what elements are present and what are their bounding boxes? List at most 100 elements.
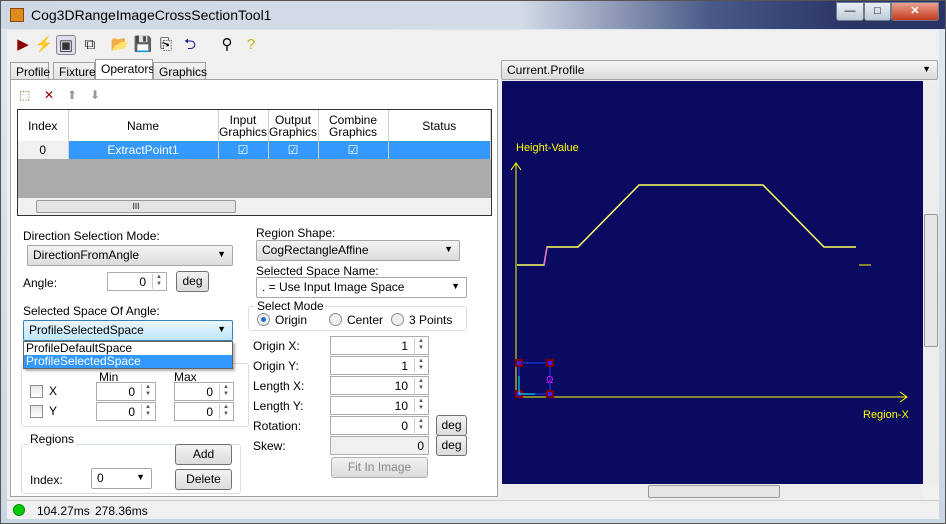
output-graphics-checkbox[interactable]: ☑ — [268, 141, 319, 159]
angle-space-dropdown-list: ProfileDefaultSpace ProfileSelectedSpace — [23, 341, 233, 369]
angle-deg-button[interactable]: deg — [176, 271, 209, 292]
field-label: Rotation: — [253, 419, 302, 433]
origin-y-input[interactable]: 1 ▲ ▼ — [330, 356, 429, 375]
option-profile-selected-space[interactable]: ProfileSelectedSpace — [24, 355, 232, 368]
close-button[interactable]: ✕ — [891, 2, 939, 21]
add-operator-icon[interactable]: ⬚ — [19, 88, 30, 102]
three-points-radio-label[interactable]: 3 Points — [409, 313, 452, 327]
x-axis-label: Region-X — [863, 409, 910, 421]
save-settings-icon[interactable]: ⎘ — [156, 35, 176, 55]
direction-mode-select[interactable]: DirectionFromAngle ▼ — [27, 245, 233, 266]
region-index-select[interactable]: 0 ▼ — [91, 468, 152, 489]
display-horizontal-scrollbar[interactable] — [502, 484, 923, 499]
length-x-input[interactable]: 10 ▲ ▼ — [330, 376, 429, 395]
minimize-button[interactable]: — — [836, 2, 864, 21]
space-name-label: Selected Space Name: — [256, 264, 379, 278]
title-bar: Cog3DRangeImageCrossSectionTool1 — □ ✕ — [1, 1, 945, 29]
length-y-input[interactable]: 10 ▲ ▼ — [330, 396, 429, 415]
status-bar: 104.27ms 278.36ms — [7, 500, 939, 519]
row-name[interactable]: ExtractPoint1 — [68, 141, 219, 159]
region-shape-select[interactable]: CogRectangleAffine ▼ — [256, 240, 460, 261]
region-index-label: Index: — [30, 473, 63, 487]
y-min-input[interactable]: 0 ▲ ▼ — [96, 402, 156, 421]
reset-icon[interactable]: ⮌ — [180, 35, 200, 55]
image-display[interactable]: Height-Value Region-X Ω — [502, 81, 923, 484]
move-down-icon[interactable]: ⬇ — [90, 88, 100, 102]
origin-radio[interactable] — [257, 313, 270, 326]
delete-operator-icon[interactable]: ✕ — [44, 88, 54, 102]
floating-window-icon[interactable]: ⧉ — [80, 35, 100, 55]
x-min-input[interactable]: 0 ▲ ▼ — [96, 382, 156, 401]
field-label: Origin X: — [253, 339, 300, 353]
space-name-select[interactable]: . = Use Input Image Space ▼ — [256, 277, 467, 298]
tab-fixture[interactable]: Fixture — [53, 62, 96, 80]
save-icon[interactable]: 💾 — [133, 35, 153, 55]
vertical-scroll-thumb[interactable] — [924, 214, 938, 347]
combine-graphics-checkbox[interactable]: ☑ — [318, 141, 389, 159]
tab-profile[interactable]: Profile — [10, 62, 50, 80]
col-status[interactable]: Status — [388, 110, 491, 141]
three-points-radio[interactable] — [391, 313, 404, 326]
origin-x-input[interactable]: 1 ▲ ▼ — [330, 336, 429, 355]
origin-radio-label[interactable]: Origin — [275, 313, 307, 327]
operators-table: Index Name Input Graphics Output Graphic… — [18, 110, 491, 159]
row-index: 0 — [18, 141, 69, 159]
angle-space-select[interactable]: ProfileSelectedSpace ▼ — [23, 320, 233, 341]
lightning-icon[interactable]: ⚡ — [34, 35, 54, 55]
move-up-icon[interactable]: ⬆ — [67, 88, 77, 102]
horizontal-scroll-thumb[interactable] — [648, 485, 780, 498]
col-name[interactable]: Name — [68, 110, 219, 141]
rotation-input[interactable]: 0 ▲ ▼ — [330, 416, 429, 435]
help-icon[interactable]: ? — [241, 35, 261, 55]
chevron-down-icon: ▼ — [217, 324, 226, 334]
rotation-deg-button[interactable]: deg — [436, 415, 467, 436]
row-status — [388, 141, 491, 159]
col-index[interactable]: Index — [18, 110, 69, 141]
add-region-button[interactable]: Add — [175, 444, 232, 465]
display-selector[interactable]: Current.Profile ▼ — [501, 60, 938, 80]
angle-input[interactable]: 0 ▲ ▼ — [107, 272, 167, 291]
status-indicator — [13, 504, 25, 516]
y-range-label: Y — [49, 404, 58, 418]
x-max-input[interactable]: 0 ▲ ▼ — [174, 382, 234, 401]
tab-graphics[interactable]: Graphics — [153, 62, 207, 80]
col-combine-graphics[interactable]: Combine Graphics — [318, 110, 389, 141]
regions-title: Regions — [28, 432, 77, 446]
y-range-checkbox[interactable] — [30, 405, 43, 418]
table-row[interactable]: 0 ExtractPoint1 ☑ ☑ ☑ — [18, 141, 491, 159]
select-mode-title: Select Mode — [255, 299, 326, 313]
graphics-tool-icon[interactable]: ⚲ — [217, 35, 237, 55]
rotation-handle-icon: Ω — [546, 375, 554, 386]
center-radio-label[interactable]: Center — [347, 313, 383, 327]
scrollbar-thumb[interactable]: III — [36, 200, 236, 213]
delete-region-button[interactable]: Delete — [175, 469, 232, 490]
open-icon[interactable]: 📂 — [110, 35, 130, 55]
angle-label: Angle: — [23, 276, 58, 290]
col-input-graphics[interactable]: Input Graphics — [218, 110, 269, 141]
col-output-graphics[interactable]: Output Graphics — [268, 110, 319, 141]
y-max-input[interactable]: 0 ▲ ▼ — [174, 402, 234, 421]
divider — [498, 59, 501, 499]
run-icon[interactable]: ▶ — [13, 35, 33, 55]
display-vertical-scrollbar[interactable] — [923, 81, 939, 484]
fit-in-image-button[interactable]: Fit In Image — [331, 457, 428, 478]
app-icon — [10, 8, 24, 22]
angle-spinner[interactable]: ▲ ▼ — [152, 274, 165, 289]
maximize-button[interactable]: □ — [864, 2, 891, 21]
profile-plot[interactable]: Height-Value Region-X Ω — [502, 81, 923, 484]
field-label: Origin Y: — [253, 359, 299, 373]
x-range-checkbox[interactable] — [30, 385, 43, 398]
center-radio[interactable] — [329, 313, 342, 326]
skew-deg-button[interactable]: deg — [436, 435, 467, 456]
window-title: Cog3DRangeImageCrossSectionTool1 — [31, 7, 272, 23]
input-graphics-checkbox[interactable]: ☑ — [218, 141, 269, 159]
operators-tab-page: ⬚ ✕ ⬆ ⬇ Index Name Input Graphics Output… — [10, 79, 498, 497]
region-shape-label: Region Shape: — [256, 226, 336, 240]
x-range-label: X — [49, 384, 58, 398]
grid-horizontal-scrollbar[interactable]: III — [18, 198, 491, 215]
tab-operators[interactable]: Operators — [95, 59, 154, 81]
y-axis-label: Height-Value — [516, 142, 579, 154]
field-label: Length X: — [253, 379, 305, 393]
last-run-time: 104.27ms — [37, 504, 90, 518]
show-image-icon[interactable]: ▣ — [56, 35, 76, 55]
